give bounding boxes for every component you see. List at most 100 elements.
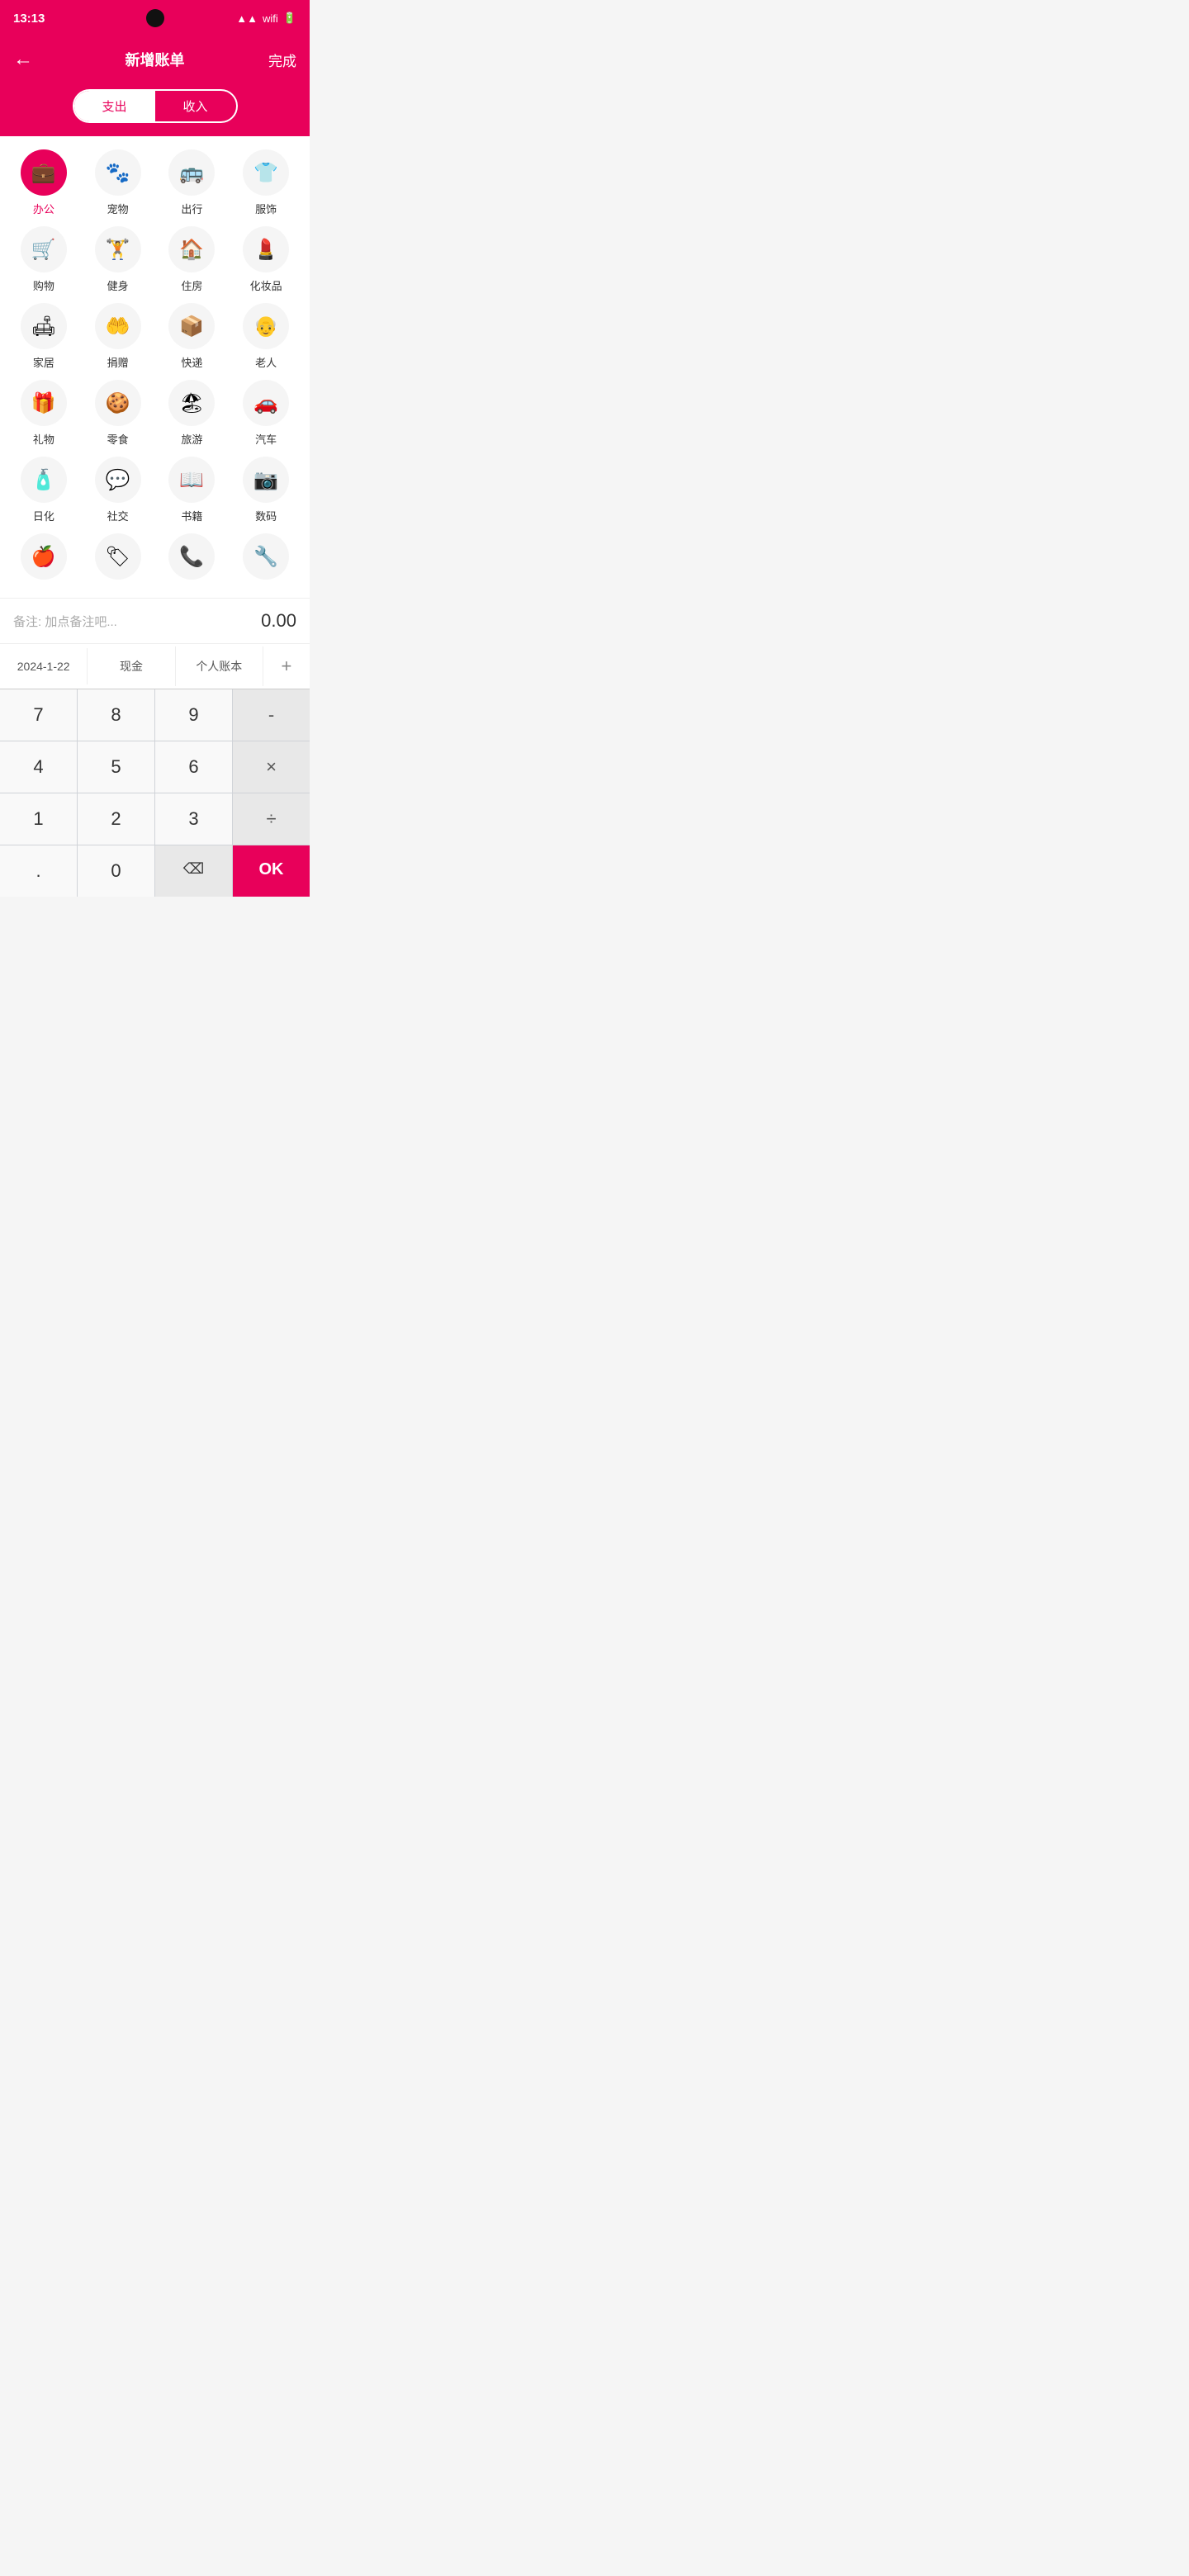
category-label: 出行: [181, 201, 202, 216]
note-placeholder[interactable]: 备注: 加点备注吧...: [13, 613, 117, 630]
category-grid: 💼 办公 🐾宠物🚌出行 👕 服饰 🛒购物 🏋 健身 🏠住房 💄 化妆品 🛋 家居 🤲 捐赠 📦 快递 👴 老人 🎁 礼物…: [0, 136, 310, 598]
category-item[interactable]: 🍎: [7, 533, 81, 585]
add-more-button[interactable]: +: [263, 644, 310, 689]
category-icon: 📖: [168, 457, 215, 503]
category-icon: 👴: [243, 303, 289, 349]
back-button[interactable]: ←: [13, 50, 33, 69]
category-icon: 💄: [243, 226, 289, 272]
category-label: 日化: [33, 508, 54, 523]
category-label: 礼物: [33, 431, 54, 447]
category-icon: 📞: [168, 533, 215, 580]
note-amount-row: 备注: 加点备注吧... 0.00: [0, 598, 310, 643]
category-icon: 💼: [21, 149, 67, 196]
category-item[interactable]: 🍪 零食: [81, 380, 155, 447]
category-icon: 👕: [243, 149, 289, 196]
battery-icon: 🔋: [283, 12, 296, 25]
status-icons: ▲▲ wifi 🔋: [236, 12, 296, 25]
op-key-×[interactable]: ×: [233, 741, 310, 793]
category-icon: 🎁: [21, 380, 67, 426]
category-item[interactable]: 🤲 捐赠: [81, 303, 155, 370]
category-icon: 💬: [95, 457, 141, 503]
category-item[interactable]: 👕 服饰: [229, 149, 303, 216]
category-item[interactable]: 💬 社交: [81, 457, 155, 523]
num-key-4[interactable]: 4: [0, 741, 77, 793]
category-label: 捐赠: [107, 354, 129, 370]
category-item[interactable]: 🧴日化: [7, 457, 81, 523]
category-icon: 📷: [243, 457, 289, 503]
account-selector[interactable]: 个人账本: [176, 646, 263, 686]
category-label: 社交: [107, 508, 129, 523]
category-item[interactable]: 💄 化妆品: [229, 226, 303, 293]
num-key-2[interactable]: 2: [78, 793, 154, 845]
status-time: 13:13: [13, 12, 45, 26]
num-key-8[interactable]: 8: [78, 689, 154, 741]
category-item[interactable]: 🚗 汽车: [229, 380, 303, 447]
category-label: 汽车: [255, 431, 277, 447]
date-selector[interactable]: 2024-1-22: [0, 648, 88, 684]
category-label: 服饰: [255, 201, 277, 216]
category-icon: 🔧: [243, 533, 289, 580]
wifi-icon: wifi: [263, 12, 278, 25]
category-label: 快递: [181, 354, 202, 370]
page-title: 新增账单: [126, 49, 185, 70]
category-label: 数码: [255, 508, 277, 523]
category-item[interactable]: 💼 办公: [7, 149, 81, 216]
op-key--[interactable]: -: [233, 689, 310, 741]
header: ← 新增账单 完成: [0, 36, 310, 83]
category-item[interactable]: 👴 老人: [229, 303, 303, 370]
category-label: 旅游: [181, 431, 202, 447]
category-item[interactable]: 🏖旅游: [155, 380, 230, 447]
category-icon: 📦: [168, 303, 215, 349]
category-label: 零食: [107, 431, 129, 447]
category-item[interactable]: 🏋 健身: [81, 226, 155, 293]
category-label: 老人: [255, 354, 277, 370]
category-item[interactable]: 📞: [155, 533, 230, 585]
pay-method-selector[interactable]: 现金: [88, 646, 175, 686]
category-icon: 🏋: [95, 226, 141, 272]
num-key-3[interactable]: 3: [155, 793, 232, 845]
tab-bar: 支出 收入: [73, 89, 238, 123]
op-key-÷[interactable]: ÷: [233, 793, 310, 845]
tab-income[interactable]: 收入: [155, 91, 236, 121]
category-icon: 🍎: [21, 533, 67, 580]
category-item[interactable]: 📷 数码: [229, 457, 303, 523]
camera-notch: [146, 9, 164, 27]
category-icon: 🚗: [243, 380, 289, 426]
category-item[interactable]: 🏷: [81, 533, 155, 585]
category-item[interactable]: 🚌出行: [155, 149, 230, 216]
num-key-1[interactable]: 1: [0, 793, 77, 845]
backspace-button[interactable]: ⌫: [155, 845, 232, 897]
category-item[interactable]: 📖书籍: [155, 457, 230, 523]
category-item[interactable]: 🛋 家居: [7, 303, 81, 370]
done-button[interactable]: 完成: [268, 50, 296, 70]
category-icon: 🤲: [95, 303, 141, 349]
tab-expense[interactable]: 支出: [74, 91, 155, 121]
status-bar: 13:13 ▲▲ wifi 🔋: [0, 0, 310, 36]
num-key-.[interactable]: .: [0, 845, 77, 897]
category-item[interactable]: 🎁 礼物: [7, 380, 81, 447]
category-label: 购物: [33, 277, 54, 293]
num-key-9[interactable]: 9: [155, 689, 232, 741]
amount-display: 0.00: [261, 610, 296, 632]
num-key-0[interactable]: 0: [78, 845, 154, 897]
category-label: 健身: [107, 277, 129, 293]
category-item[interactable]: 📦 快递: [155, 303, 230, 370]
category-item[interactable]: 🏠住房: [155, 226, 230, 293]
category-item[interactable]: 🔧: [229, 533, 303, 585]
ok-button[interactable]: OK: [233, 845, 310, 897]
num-key-5[interactable]: 5: [78, 741, 154, 793]
category-item[interactable]: 🐾宠物: [81, 149, 155, 216]
category-label: 住房: [181, 277, 202, 293]
num-key-6[interactable]: 6: [155, 741, 232, 793]
category-label: 家居: [33, 354, 54, 370]
num-key-7[interactable]: 7: [0, 689, 77, 741]
category-icon: 🍪: [95, 380, 141, 426]
signal-icon: ▲▲: [236, 12, 258, 25]
category-icon: 🏷: [95, 533, 141, 580]
category-icon: 🐾: [95, 149, 141, 196]
info-row: 2024-1-22 现金 个人账本 +: [0, 643, 310, 689]
category-label: 办公: [33, 201, 54, 216]
category-label: 化妆品: [250, 277, 282, 293]
category-item[interactable]: 🛒购物: [7, 226, 81, 293]
category-icon: 🛋: [21, 303, 67, 349]
